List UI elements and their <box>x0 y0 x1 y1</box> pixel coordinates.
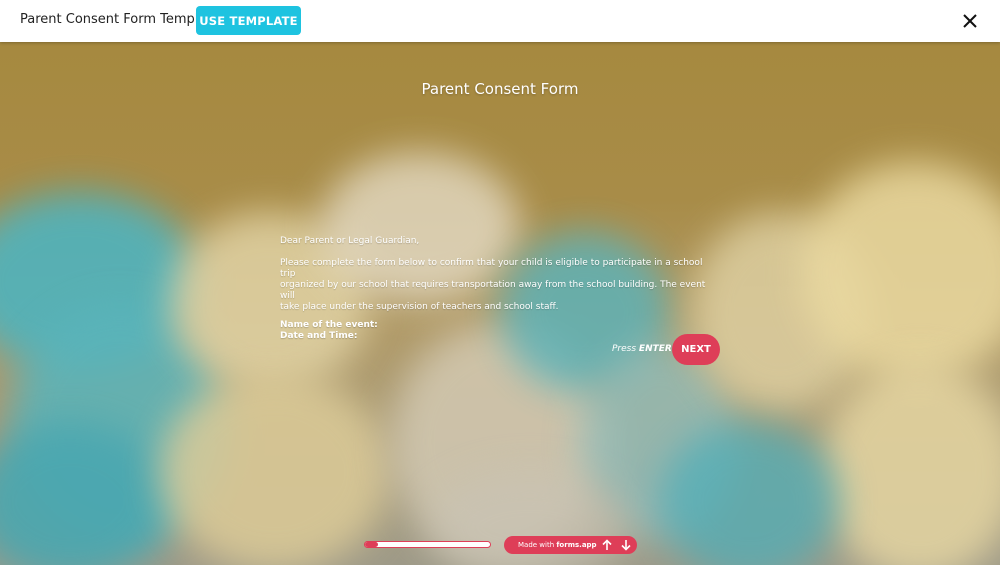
greeting-text: Dear Parent or Legal Guardian, <box>280 236 420 246</box>
form-preview-page: Parent Consent Form Template USE TEMPLAT… <box>0 0 1000 565</box>
form-description: Dear Parent or Legal Guardian, Please co… <box>280 236 720 342</box>
form-title: Parent Consent Form <box>421 80 579 98</box>
template-title: Parent Consent Form Template <box>20 12 220 27</box>
close-icon[interactable] <box>960 11 980 31</box>
use-template-button[interactable]: USE TEMPLATE <box>196 6 301 35</box>
next-button[interactable]: NEXT <box>672 334 720 365</box>
template-header-bar: Parent Consent Form Template USE TEMPLAT… <box>0 0 1000 42</box>
made-with-text: Made with forms.app <box>518 541 597 549</box>
body-text-line-1: Please complete the form below to confir… <box>280 258 703 279</box>
date-time-label: Date and Time: <box>280 331 358 341</box>
event-name-label: Name of the event: <box>280 320 378 330</box>
made-with-badge[interactable]: Made with forms.app <box>504 536 637 554</box>
arrow-down-icon[interactable] <box>619 538 633 552</box>
progress-bar <box>364 541 491 548</box>
press-enter-hint: Press ENTER <box>612 344 672 354</box>
body-text-line-3: take place under the supervision of teac… <box>280 302 559 312</box>
body-text-line-2: organized by our school that requires tr… <box>280 280 706 301</box>
progress-fill <box>365 542 378 547</box>
arrow-up-icon[interactable] <box>600 538 614 552</box>
